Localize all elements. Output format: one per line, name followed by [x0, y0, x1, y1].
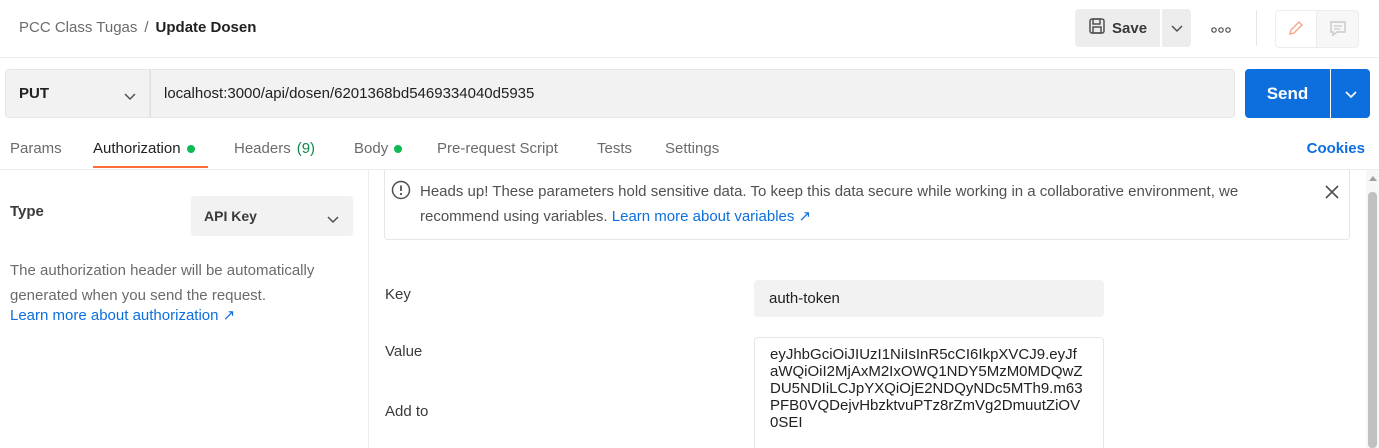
scrollbar[interactable] — [1366, 170, 1379, 448]
more-actions-button[interactable] — [1206, 18, 1236, 38]
auth-description: The authorization header will be automat… — [10, 262, 315, 304]
chevron-down-icon — [1170, 20, 1183, 36]
tab-label: Params — [10, 140, 62, 157]
save-label: Save — [1112, 19, 1148, 37]
http-method-value: PUT — [19, 85, 49, 102]
tab-label: Body — [354, 140, 389, 157]
tab-authorization[interactable]: Authorization — [93, 140, 195, 157]
tab-label: Pre-request Script — [437, 140, 558, 157]
add-to-label: Add to — [385, 403, 429, 420]
value-text-line: 0SEI — [770, 414, 803, 431]
chevron-down-icon — [327, 211, 339, 227]
api-key-value-input[interactable]: eyJhbGciOiJIUzI1NiIsInR5cCI6IkpXVCJ9.eyJ… — [754, 337, 1104, 448]
key-label: Key — [385, 286, 411, 303]
close-alert-button[interactable] — [1323, 184, 1341, 202]
learn-more-authorization-link[interactable]: Learn more about authorization ↗ — [10, 306, 235, 324]
scrollbar-thumb[interactable] — [1368, 192, 1377, 448]
value-text-line: aWQiOiI2MjAxM2IxOWQ1NDY5MzM0MDQwZ — [770, 363, 1083, 380]
pencil-icon — [1287, 19, 1305, 40]
comment-icon — [1329, 19, 1347, 40]
tab-label: Tests — [597, 140, 633, 157]
breadcrumb-request-name[interactable]: Update Dosen — [156, 19, 257, 36]
scroll-up-icon[interactable] — [1369, 176, 1377, 181]
auth-type-panel: Type API Key The authorization header wi… — [0, 170, 369, 448]
header-divider — [1256, 10, 1257, 46]
cookies-link[interactable]: Cookies — [1307, 140, 1365, 157]
tab-params[interactable]: Params — [10, 140, 62, 157]
chevron-down-icon — [124, 88, 136, 105]
comments-button[interactable] — [1316, 10, 1359, 48]
auth-type-select[interactable]: API Key — [191, 196, 353, 236]
api-key-name-value: auth-token — [769, 290, 840, 307]
request-tabs: Params Authorization Headers (9) Body Pr… — [0, 130, 1379, 170]
value-label: Value — [385, 343, 423, 360]
active-tab-indicator — [93, 166, 208, 168]
save-options-button[interactable] — [1161, 9, 1191, 47]
breadcrumb-collection[interactable]: PCC Class Tugas — [19, 19, 137, 36]
alert-text: Heads up! These parameters hold sensitiv… — [420, 183, 1239, 225]
alert-message: Heads up! These parameters hold sensitiv… — [420, 179, 1320, 229]
breadcrumb-separator: / — [144, 19, 149, 36]
breadcrumb: PCC Class Tugas / Update Dosen — [19, 19, 256, 36]
api-key-name-input[interactable]: auth-token — [754, 280, 1104, 317]
http-method-select[interactable]: PUT — [5, 69, 150, 118]
status-dot — [394, 144, 403, 153]
send-label: Send — [1266, 83, 1309, 103]
save-button-group: Save — [1075, 9, 1191, 47]
headers-count: (9) — [296, 140, 316, 157]
send-options-button[interactable] — [1331, 69, 1370, 118]
tab-settings[interactable]: Settings — [665, 140, 719, 157]
tab-label: Authorization — [93, 140, 181, 157]
auth-type-value: API Key — [204, 208, 257, 224]
save-button[interactable]: Save — [1075, 9, 1160, 47]
send-button[interactable]: Send — [1245, 69, 1330, 118]
tab-tests[interactable]: Tests — [597, 140, 632, 157]
tab-label: Settings — [665, 140, 720, 157]
url-value: localhost:3000/api/dosen/6201368bd546933… — [164, 85, 535, 102]
url-input[interactable]: localhost:3000/api/dosen/6201368bd546933… — [150, 69, 1235, 118]
learn-more-variables-link[interactable]: Learn more about variables ↗ — [612, 208, 811, 225]
info-icon — [391, 180, 411, 203]
auth-type-label: Type — [10, 203, 44, 220]
value-text-line: DU5NDIiLCJpYXQiOjE2NDQyNDc5MTh9.m63 — [770, 380, 1083, 397]
tab-headers[interactable]: Headers (9) — [234, 140, 315, 157]
more-horizontal-icon — [1211, 20, 1231, 36]
tab-pre-request-script[interactable]: Pre-request Script — [437, 140, 558, 157]
value-text-line: PFB0VQDejvHbzktvuPTz8rZmVg2DmuutZiOV — [770, 397, 1081, 414]
close-icon — [1325, 184, 1339, 202]
chevron-down-icon — [1344, 86, 1357, 102]
tab-body[interactable]: Body — [354, 140, 403, 157]
request-header: PCC Class Tugas / Update Dosen Save — [0, 0, 1379, 58]
sensitive-data-alert: Heads up! These parameters hold sensitiv… — [384, 170, 1350, 240]
status-dot — [186, 144, 195, 153]
value-text-line: eyJhbGciOiJIUzI1NiIsInR5cCI6IkpXVCJ9.eyJ… — [770, 346, 1077, 363]
edit-documentation-button[interactable] — [1275, 10, 1317, 48]
save-icon — [1088, 17, 1106, 39]
tab-label: Headers — [234, 140, 291, 157]
